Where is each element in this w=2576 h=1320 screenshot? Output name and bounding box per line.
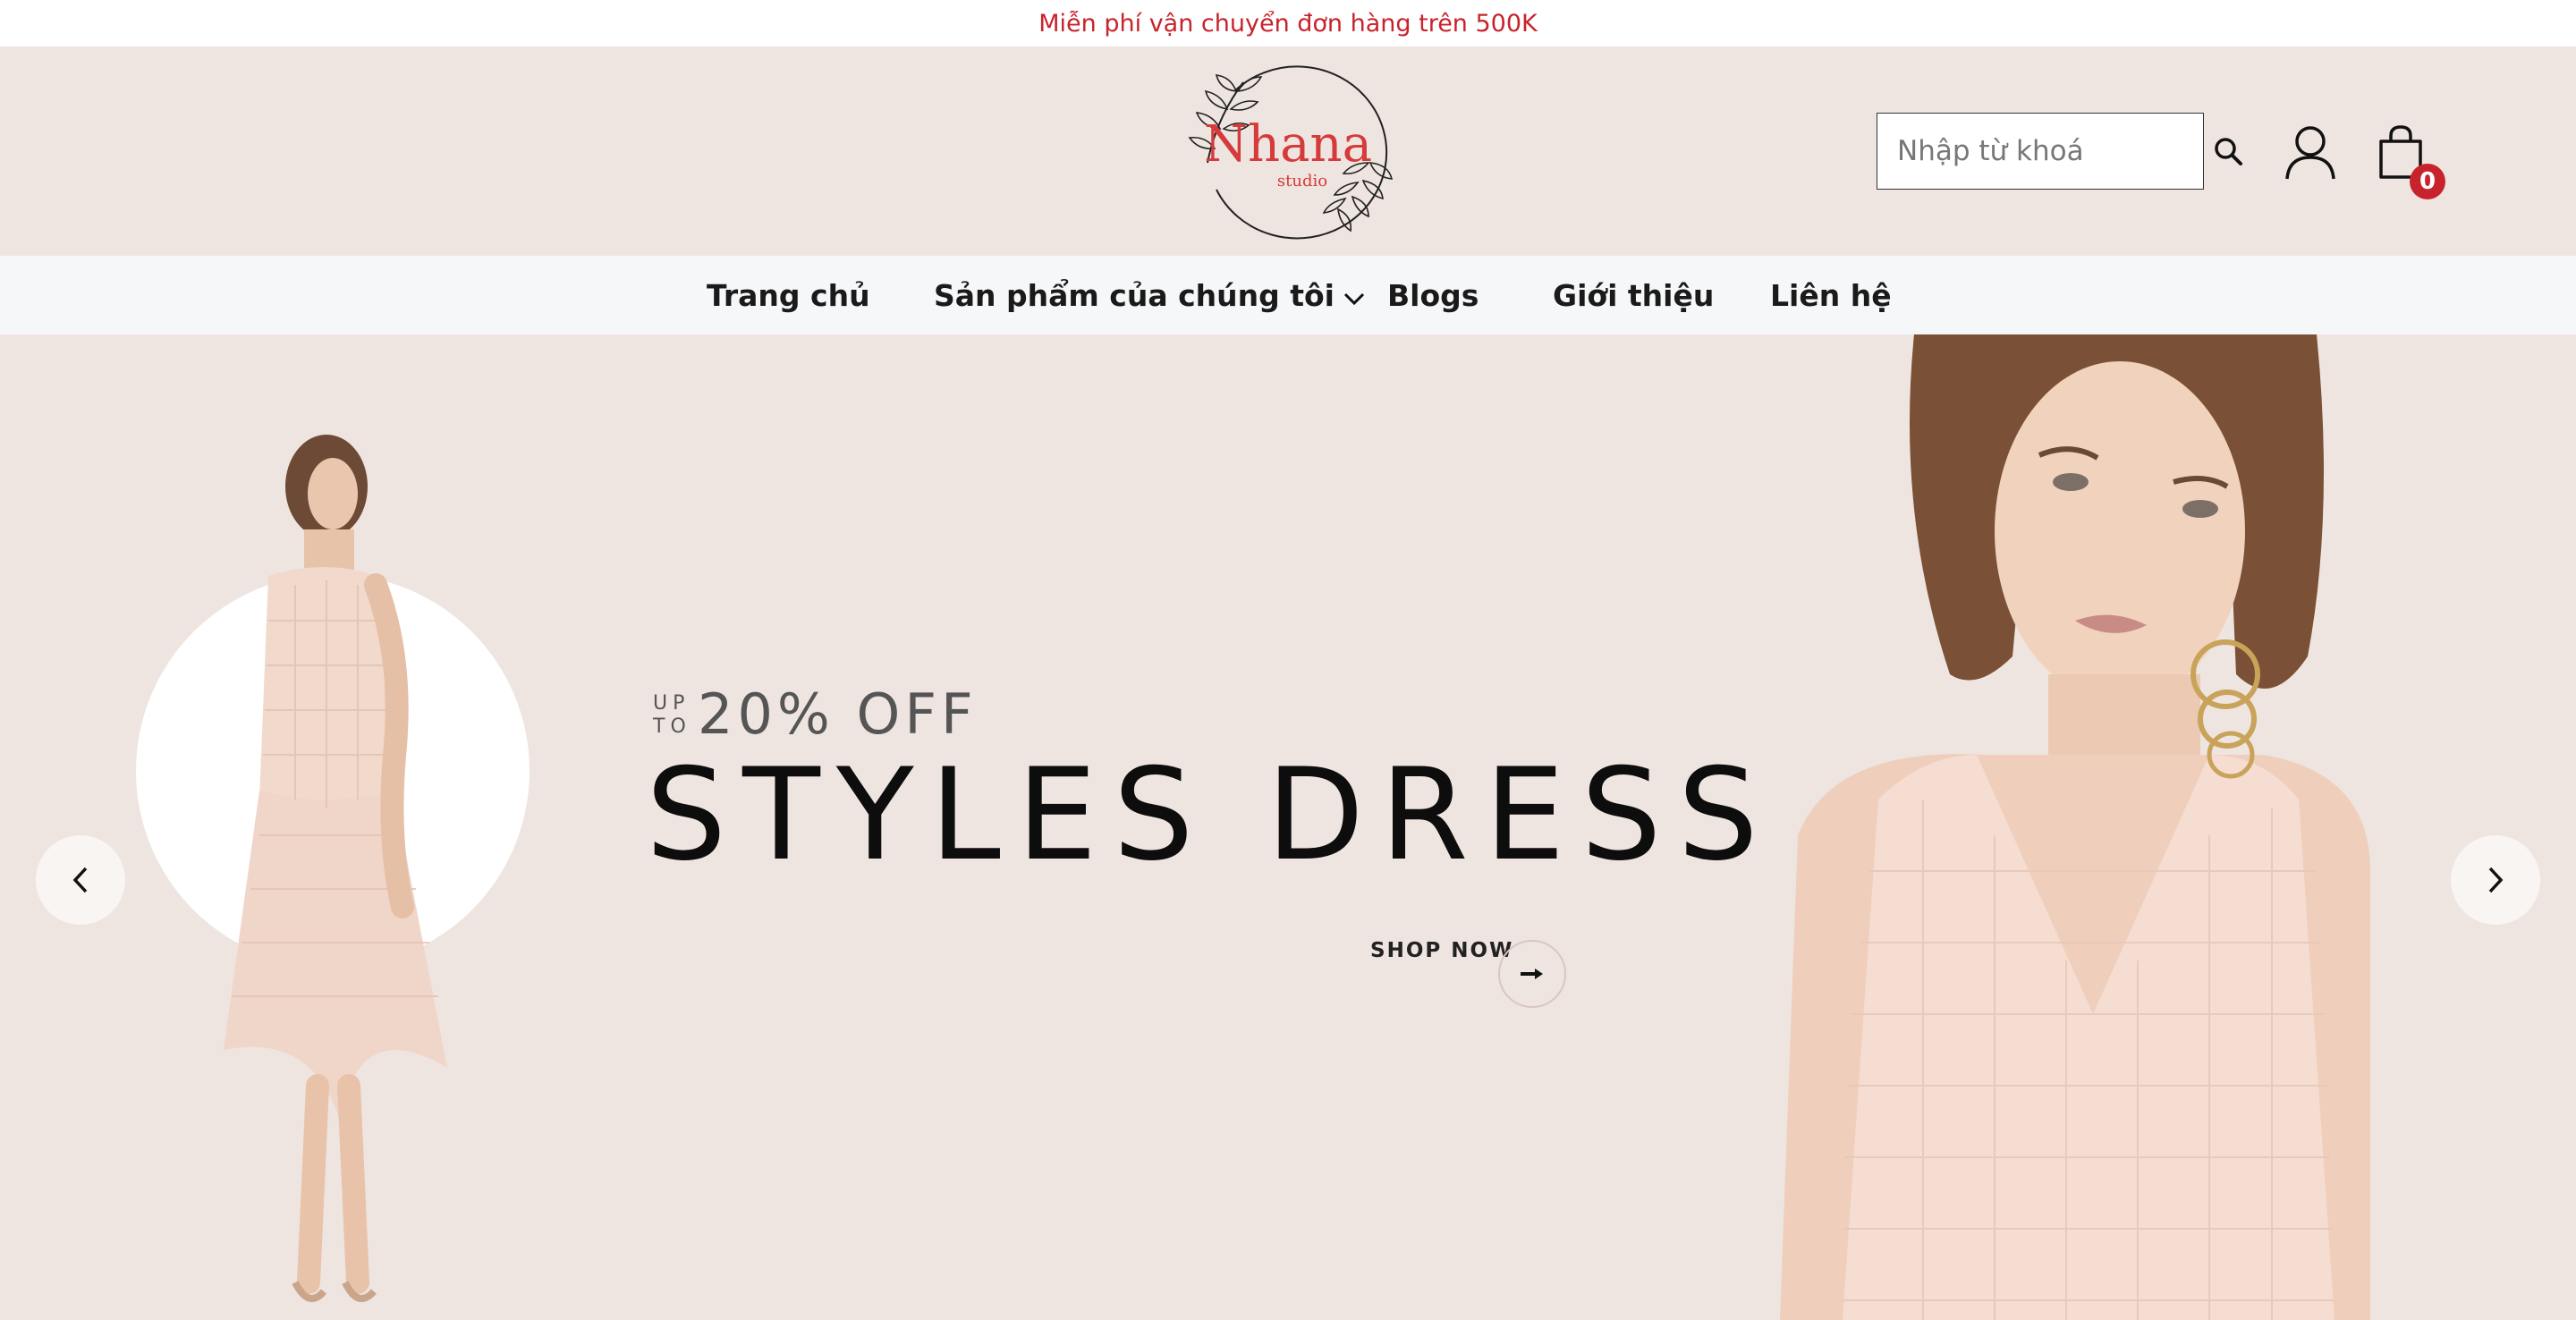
carousel-next-button[interactable] bbox=[2451, 835, 2540, 925]
site-header: Nhana studio 0 bbox=[0, 47, 2576, 256]
nav-item-contact[interactable]: Liên hệ bbox=[1770, 256, 1892, 334]
shop-now-link[interactable]: SHOP NOW bbox=[1370, 939, 1513, 962]
account-button[interactable] bbox=[2284, 123, 2337, 181]
chevron-left-icon bbox=[72, 867, 88, 893]
search-input[interactable] bbox=[1895, 134, 2194, 168]
chevron-down-icon bbox=[1343, 278, 1365, 313]
shop-now-button[interactable] bbox=[1498, 940, 1566, 1008]
nav-item-label: Giới thiệu bbox=[1553, 277, 1715, 313]
nav-item-label: Sản phẩm của chúng tôi bbox=[934, 277, 1335, 313]
nav-item-blogs[interactable]: Blogs bbox=[1387, 256, 1479, 334]
nav-item-label: Blogs bbox=[1387, 277, 1479, 313]
brand-logo[interactable]: Nhana studio bbox=[1181, 55, 1395, 247]
nav-item-label: Trang chủ bbox=[707, 277, 870, 313]
hero-discount: 20% OFF bbox=[698, 681, 978, 747]
model-image-right bbox=[1780, 334, 2370, 1320]
search-field[interactable] bbox=[1877, 113, 2204, 190]
search-button[interactable] bbox=[2209, 132, 2247, 170]
hero-upto-line1: UP bbox=[653, 692, 691, 715]
cart-count-badge: 0 bbox=[2410, 164, 2445, 199]
search-icon bbox=[2215, 138, 2242, 165]
model-image-left bbox=[224, 435, 447, 1302]
logo-tagline: studio bbox=[1277, 172, 1327, 190]
hero-upto-label: UP TO bbox=[653, 692, 691, 739]
carousel-prev-button[interactable] bbox=[36, 835, 125, 925]
nav-item-about[interactable]: Giới thiệu bbox=[1553, 256, 1714, 334]
hero-headline: STYLES DRESS bbox=[646, 741, 1775, 889]
announcement-bar: Miễn phí vận chuyển đơn hàng trên 500K bbox=[0, 0, 2576, 47]
chevron-right-icon bbox=[2488, 867, 2504, 893]
hero-upto-line2: TO bbox=[653, 715, 691, 738]
hero-banner: UP TO 20% OFF STYLES DRESS SHOP NOW bbox=[0, 334, 2576, 1320]
main-nav: Trang chủ Sản phẩm của chúng tôi Blogs G… bbox=[0, 256, 2576, 334]
user-icon bbox=[2285, 126, 2335, 180]
nav-item-home[interactable]: Trang chủ bbox=[707, 256, 870, 334]
arrow-right-icon bbox=[1521, 969, 1543, 979]
logo-wordmark: Nhana bbox=[1204, 115, 1372, 173]
announcement-text: Miễn phí vận chuyển đơn hàng trên 500K bbox=[1038, 9, 1538, 38]
nav-item-label: Liên hệ bbox=[1770, 277, 1892, 313]
nav-item-products[interactable]: Sản phẩm của chúng tôi bbox=[934, 256, 1365, 334]
